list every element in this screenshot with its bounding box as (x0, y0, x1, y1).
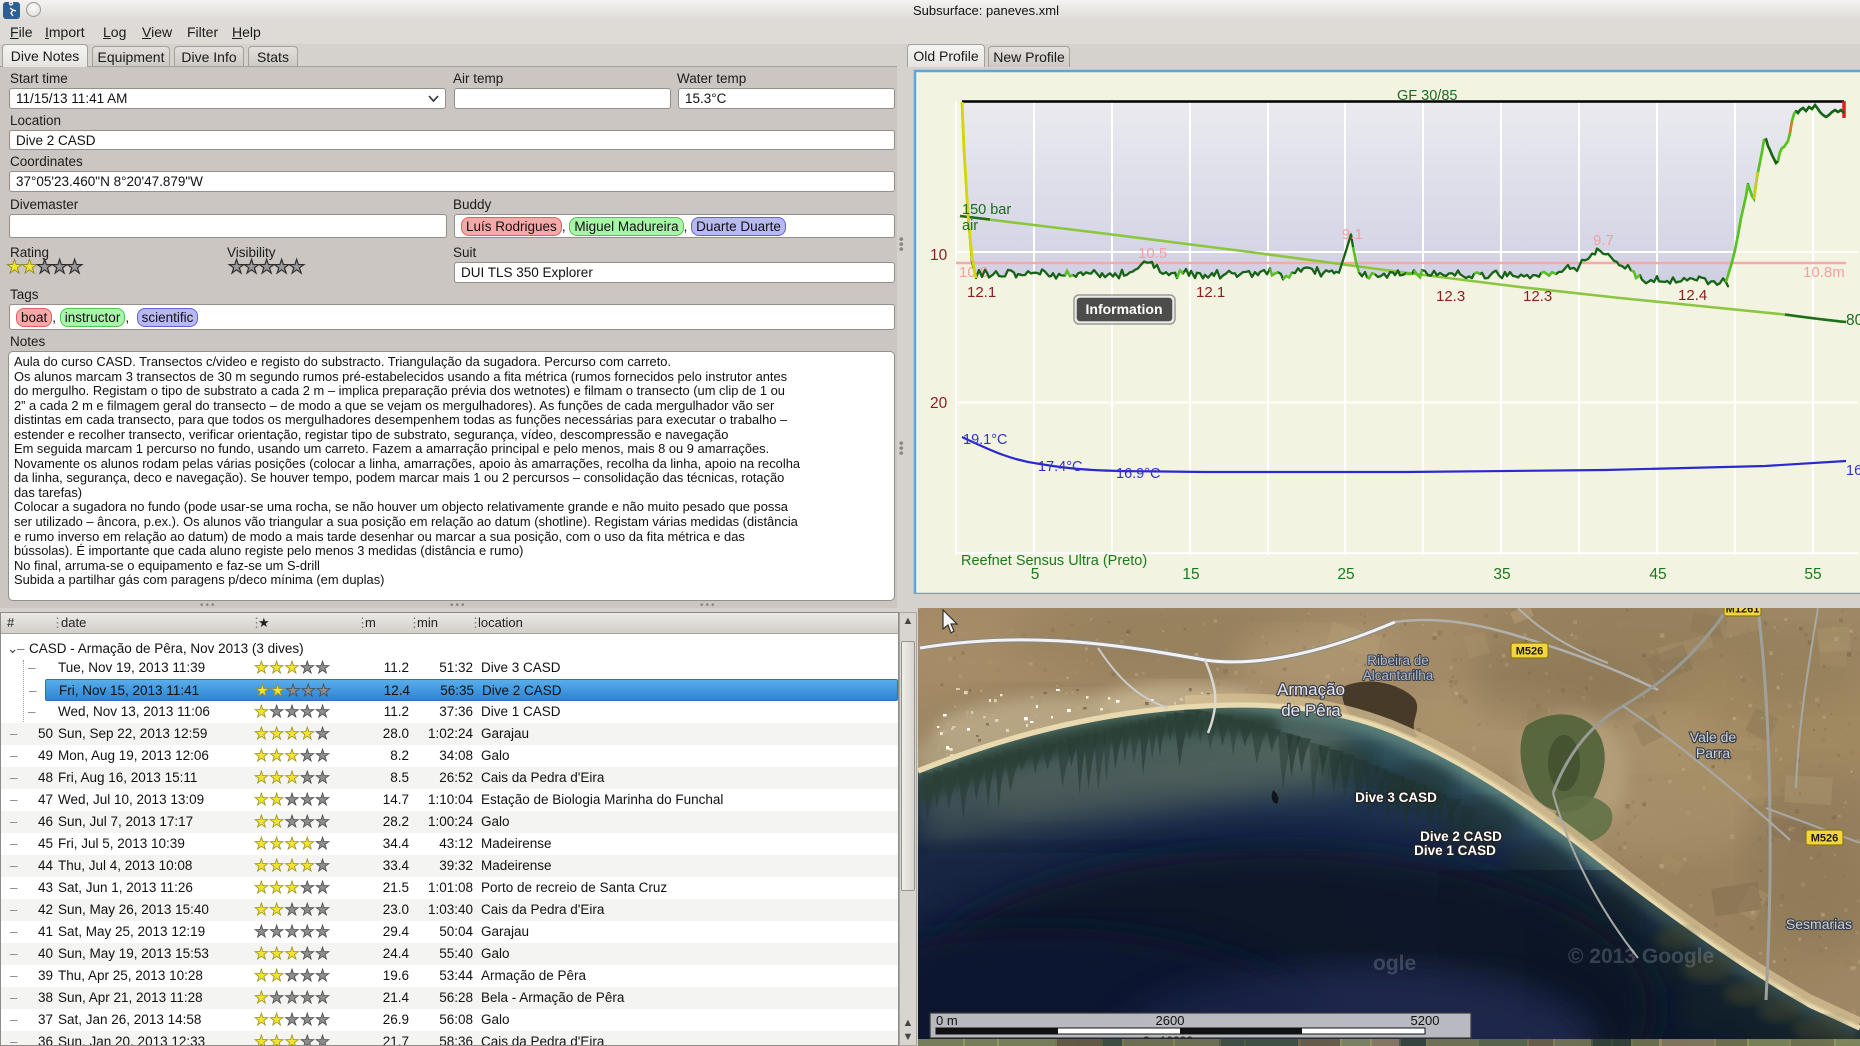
svg-text:12.1: 12.1 (1196, 284, 1225, 301)
svg-text:M1261: M1261 (1726, 608, 1760, 616)
svg-text:Information: Information (1086, 301, 1163, 317)
svg-text:80: 80 (1846, 312, 1860, 329)
svg-text:17.4°C: 17.4°C (1038, 459, 1083, 475)
svg-text:20: 20 (930, 395, 948, 412)
svg-text:Armação: Armação (1277, 680, 1345, 699)
svg-text:0 m: 0 m (936, 1013, 958, 1028)
svg-text:55: 55 (1804, 566, 1821, 583)
svg-text:12.4: 12.4 (1678, 287, 1707, 304)
svg-text:16: 16 (1846, 463, 1860, 479)
svg-text:M526: M526 (1811, 833, 1839, 845)
svg-text:Dive 2 CASD: Dive 2 CASD (1420, 829, 1502, 844)
svg-text:12.3: 12.3 (1436, 288, 1465, 305)
svg-text:35: 35 (1493, 566, 1510, 583)
svg-text:Vale de: Vale de (1690, 729, 1737, 745)
svg-text:10.5: 10.5 (1138, 245, 1167, 262)
svg-text:25: 25 (1337, 566, 1354, 583)
svg-text:19.1°C: 19.1°C (963, 432, 1008, 448)
svg-text:Dive 3 CASD: Dive 3 CASD (1355, 790, 1437, 805)
svg-text:5: 5 (1031, 566, 1040, 583)
svg-text:10: 10 (930, 247, 948, 264)
svg-text:de Pêra: de Pêra (1281, 701, 1341, 720)
svg-text:15: 15 (1182, 566, 1199, 583)
svg-text:ogle: ogle (1373, 952, 1416, 975)
svg-text:150 bar: 150 bar (962, 202, 1011, 218)
svg-text:M526: M526 (1516, 646, 1544, 658)
svg-text:© 2013 Google: © 2013 Google (1568, 945, 1714, 968)
svg-text:GF 30/85: GF 30/85 (1397, 88, 1457, 104)
svg-text:10.8m: 10.8m (1803, 264, 1845, 281)
svg-text:Ribeira de: Ribeira de (1367, 653, 1429, 668)
svg-text:45: 45 (1649, 566, 1666, 583)
svg-text:Alcantarilha: Alcantarilha (1363, 668, 1434, 683)
svg-text:16.9°C: 16.9°C (1116, 466, 1161, 482)
svg-text:9.7: 9.7 (1593, 232, 1614, 249)
svg-text:Dive 1 CASD: Dive 1 CASD (1414, 843, 1496, 858)
svg-text:2600: 2600 (1156, 1013, 1185, 1028)
svg-text:Reefnet Sensus Ultra (Preto): Reefnet Sensus Ultra (Preto) (961, 553, 1147, 569)
svg-text:9.1: 9.1 (1342, 226, 1363, 243)
svg-text:Sesmarias: Sesmarias (1786, 916, 1852, 932)
svg-text:12.3: 12.3 (1523, 288, 1552, 305)
svg-text:5200: 5200 (1411, 1013, 1440, 1028)
svg-text:12.1: 12.1 (967, 284, 996, 301)
svg-text:Parra: Parra (1696, 745, 1730, 761)
svg-text:air: air (962, 218, 978, 234)
